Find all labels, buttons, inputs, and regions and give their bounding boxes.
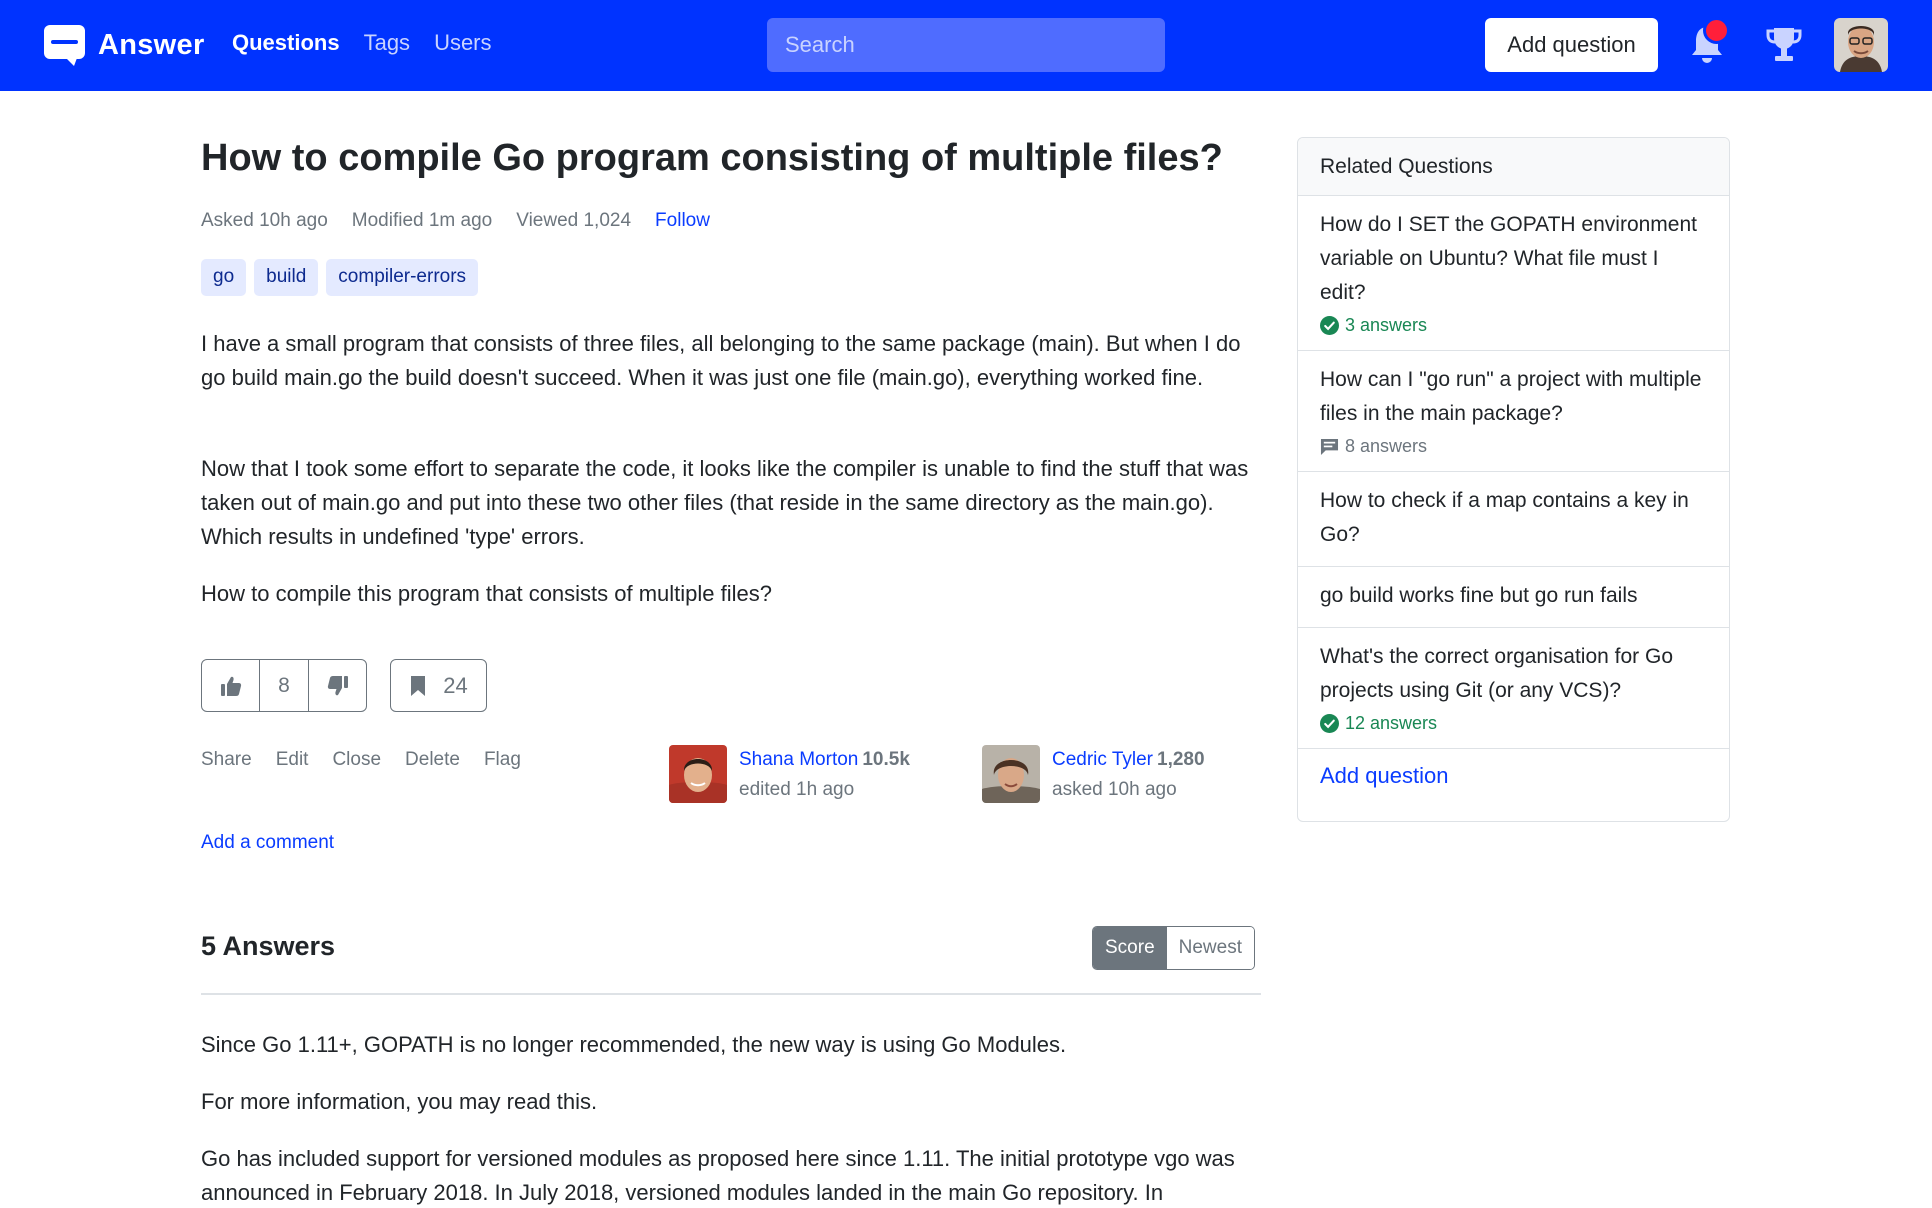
- thumbs-up-icon: [220, 676, 241, 696]
- bookmark-icon: [411, 675, 426, 696]
- answer-paragraph: For more information, you may read this.: [201, 1089, 598, 1114]
- question-meta: Asked 10h ago Modified 1m ago Viewed 1,0…: [201, 210, 734, 232]
- related-question-title: What's the correct organisation for Go p…: [1320, 645, 1674, 702]
- related-question-item[interactable]: go build works fine but go run fails: [1298, 567, 1729, 628]
- nav-users[interactable]: Users: [434, 30, 491, 56]
- asked-time: Asked 10h ago: [201, 210, 328, 231]
- related-question-item[interactable]: How to check if a map contains a key in …: [1298, 472, 1729, 567]
- related-question-title: How can I "go run" a project with multip…: [1320, 368, 1702, 425]
- brand[interactable]: Answer: [44, 25, 205, 66]
- related-question-title: go build works fine but go run fails: [1320, 584, 1638, 607]
- downvote-button[interactable]: [309, 660, 366, 711]
- user-avatar[interactable]: [1834, 18, 1888, 72]
- sidebar-add-question-link[interactable]: Add question: [1298, 749, 1729, 803]
- related-questions-panel: Related Questions How do I SET the GOPAT…: [1297, 137, 1730, 822]
- answer-count: 3 answers: [1320, 315, 1707, 336]
- answer-count: 12 answers: [1320, 713, 1707, 734]
- answer-count-label: 8 answers: [1345, 436, 1428, 456]
- sort-newest-button[interactable]: Newest: [1166, 927, 1254, 969]
- search-input[interactable]: [767, 18, 1165, 72]
- related-question-item[interactable]: How do I SET the GOPATH environment vari…: [1298, 196, 1729, 351]
- post-actions: Share Edit Close Delete Flag: [201, 749, 545, 771]
- trophy-icon[interactable]: [1766, 26, 1802, 64]
- answer-count: 8 answers: [1320, 436, 1707, 457]
- answer-logo-icon: [44, 25, 85, 66]
- asker-info: Cedric Tyler 1,280 asked 10h ago: [1052, 745, 1205, 805]
- editor-info: Shana Morton 10.5k edited 1h ago: [739, 745, 910, 805]
- flag-link[interactable]: Flag: [484, 749, 521, 771]
- check-circle-icon: [1320, 316, 1339, 335]
- editor-reputation: 10.5k: [862, 749, 910, 770]
- answers-count-heading: 5 Answers: [201, 931, 336, 961]
- tag-go[interactable]: go: [201, 259, 247, 296]
- tag-list: go build compiler-errors: [201, 259, 486, 296]
- asker-card: Cedric Tyler 1,280 asked 10h ago: [982, 745, 1205, 805]
- delete-link[interactable]: Delete: [405, 749, 460, 771]
- top-navbar: Answer Questions Tags Users Add question: [0, 0, 1932, 91]
- answer-count-label: 12 answers: [1345, 713, 1438, 733]
- vote-count: 8: [260, 660, 309, 711]
- related-question-item[interactable]: How can I "go run" a project with multip…: [1298, 351, 1729, 472]
- panel-title: Related Questions: [1298, 138, 1729, 196]
- check-circle-icon: [1320, 714, 1339, 733]
- brand-name: Answer: [98, 29, 205, 61]
- add-question-button[interactable]: Add question: [1485, 18, 1658, 72]
- nav-questions[interactable]: Questions: [232, 30, 340, 56]
- divider: [201, 993, 1261, 995]
- nav-tags[interactable]: Tags: [364, 30, 410, 56]
- question-paragraph: How to compile this program that consist…: [201, 581, 773, 606]
- answer-paragraph: Since Go 1.11+, GOPATH is no longer reco…: [201, 1032, 1067, 1057]
- tag-build[interactable]: build: [254, 259, 319, 296]
- modified-time: Modified 1m ago: [351, 210, 493, 231]
- avatar-face-icon: [982, 745, 1040, 803]
- sort-score-button[interactable]: Score: [1093, 927, 1167, 969]
- vote-control: 8: [201, 659, 367, 712]
- bookmark-button[interactable]: 24: [390, 659, 487, 712]
- related-question-title: How to check if a map contains a key in …: [1320, 489, 1689, 546]
- question-title: How to compile Go program consisting of …: [201, 137, 1223, 179]
- related-question-item[interactable]: What's the correct organisation for Go p…: [1298, 628, 1729, 749]
- editor-name[interactable]: Shana Morton: [739, 749, 858, 770]
- answer-sort-toggle: Score Newest: [1092, 926, 1255, 970]
- asker-reputation: 1,280: [1157, 749, 1205, 770]
- answer-paragraph: Go has included support for versioned mo…: [201, 1146, 1235, 1205]
- notification-badge: [1703, 17, 1730, 44]
- question-paragraph: Now that I took some effort to separate …: [201, 456, 1249, 549]
- avatar-face-icon: [669, 745, 727, 803]
- edited-time: edited 1h ago: [739, 779, 855, 800]
- related-question-title: How do I SET the GOPATH environment vari…: [1320, 213, 1697, 304]
- comment-icon: [1320, 438, 1339, 455]
- avatar[interactable]: [669, 745, 727, 803]
- follow-link[interactable]: Follow: [655, 210, 710, 232]
- main-nav: Questions Tags Users: [232, 30, 516, 56]
- share-link[interactable]: Share: [201, 749, 252, 771]
- tag-compiler-errors[interactable]: compiler-errors: [326, 259, 479, 296]
- asker-name[interactable]: Cedric Tyler: [1052, 749, 1153, 770]
- asked-time-card: asked 10h ago: [1052, 779, 1177, 800]
- edit-link[interactable]: Edit: [276, 749, 309, 771]
- answer-count-label: 3 answers: [1345, 315, 1428, 335]
- view-count: Viewed 1,024: [516, 210, 632, 231]
- avatar-face-icon: [1834, 18, 1888, 72]
- editor-card: Shana Morton 10.5k edited 1h ago: [669, 745, 910, 805]
- add-comment-link[interactable]: Add a comment: [201, 832, 334, 854]
- thumbs-down-icon: [327, 675, 348, 695]
- avatar[interactable]: [982, 745, 1040, 803]
- bookmark-count: 24: [443, 672, 468, 698]
- question-paragraph: I have a small program that consists of …: [201, 331, 1241, 390]
- close-link[interactable]: Close: [332, 749, 381, 771]
- upvote-button[interactable]: [202, 660, 260, 711]
